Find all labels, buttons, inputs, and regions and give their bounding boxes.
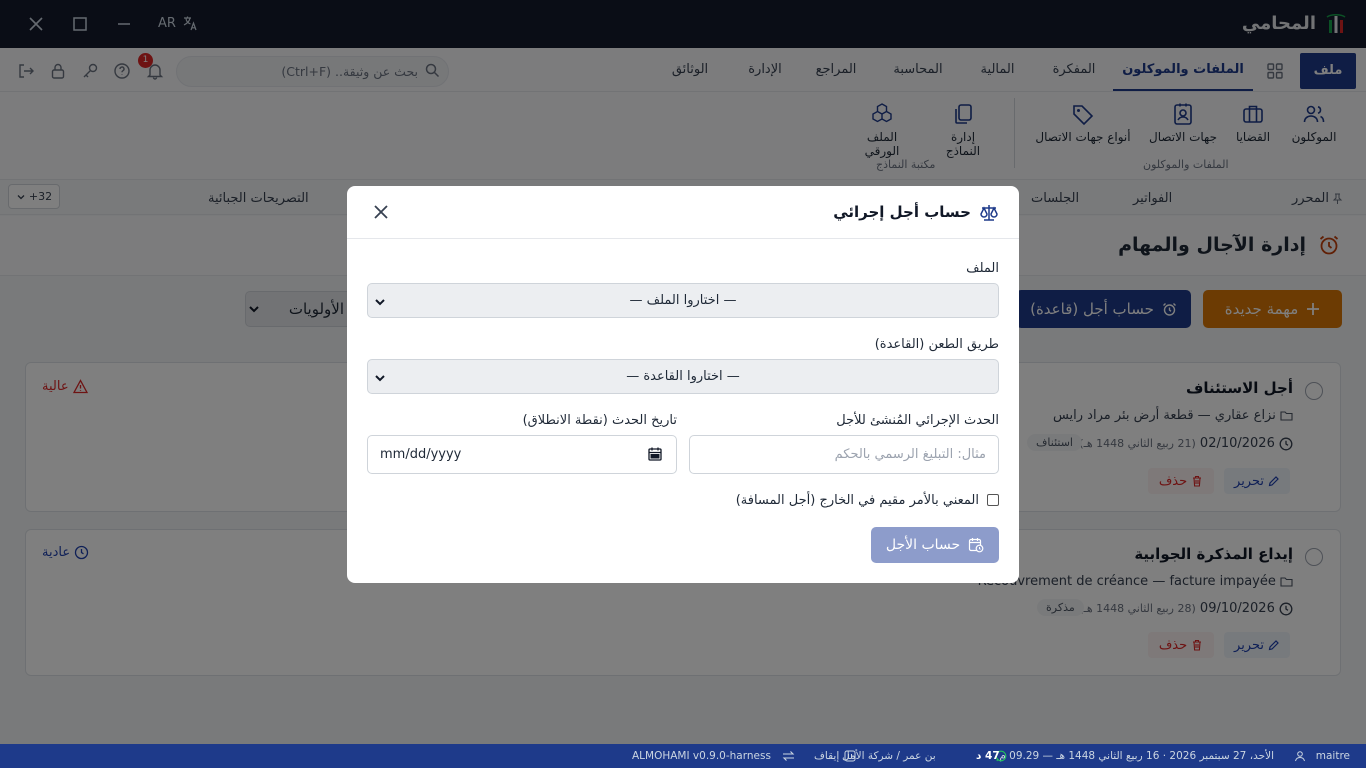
file-select[interactable]: — اختاروا الملف —: [367, 283, 999, 318]
status-clients: 47 د: [976, 750, 1000, 762]
rule-select[interactable]: — اختاروا القاعدة —: [367, 359, 999, 394]
pause-label[interactable]: إيقاف: [814, 750, 839, 762]
calendar-clock-icon: [968, 538, 984, 553]
app-version: ALMOHAMI v0.9.0-harness: [632, 750, 771, 762]
scales-icon: [980, 205, 998, 221]
compute-deadline-label: حساب الأجل: [885, 537, 961, 553]
chevron-down-icon: [375, 299, 385, 306]
event-field-label: الحدث الإجرائي المُنشئ للأجل: [836, 413, 999, 428]
rule-field-label: طريق الطعن (القاعدة): [874, 337, 999, 352]
file-field-label: الملف: [966, 261, 999, 276]
user-icon: [1295, 751, 1305, 762]
close-icon[interactable]: [371, 202, 391, 222]
status-date: الأحد، 27 سبتمبر 2026 · 16 ربيع الثاني 1…: [999, 750, 1274, 762]
pause-icon[interactable]: [844, 750, 856, 762]
status-office: بن عمر / شركة الأمل: [842, 750, 936, 762]
abroad-checkbox[interactable]: [987, 494, 999, 506]
dialog-title: حساب أجل إجرائي: [833, 203, 971, 221]
event-date-input[interactable]: mm/dd/yyyy: [367, 435, 677, 474]
sync-icon[interactable]: [782, 750, 795, 762]
date-field-label: تاريخ الحدث (نقطة الانطلاق): [522, 413, 677, 428]
status-bar: maitre الأحد، 27 سبتمبر 2026 · 16 ربيع ا…: [0, 744, 1366, 768]
deadline-calculator-dialog: حساب أجل إجرائي الملف — اختاروا الملف — …: [347, 186, 1019, 583]
compute-deadline-button[interactable]: حساب الأجل: [871, 527, 999, 563]
rule-select-value: — اختاروا القاعدة —: [626, 369, 740, 384]
status-user: maitre: [1315, 750, 1350, 762]
abroad-checkbox-label: المعني بالأمر مقيم في الخارج (أجل المساف…: [735, 493, 979, 508]
chevron-down-icon: [375, 375, 385, 382]
dialog-header: حساب أجل إجرائي: [347, 186, 1019, 239]
event-input[interactable]: مثال: التبليغ الرسمي بالحكم: [689, 435, 999, 474]
event-date-placeholder: mm/dd/yyyy: [380, 447, 462, 462]
file-select-value: — اختاروا الملف —: [629, 293, 737, 308]
calendar-icon[interactable]: [648, 447, 662, 461]
